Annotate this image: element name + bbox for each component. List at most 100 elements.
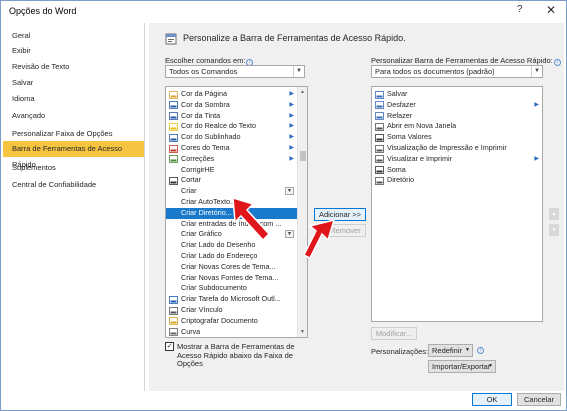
list-item[interactable]: Desfazer ▶	[372, 100, 542, 111]
nav-item-trust-center[interactable]: Central de Confiabilidade	[3, 177, 144, 193]
toolbar-items-list[interactable]: Salvar Desfazer ▶ Refazer Abrir em Nova Jane…	[371, 86, 543, 322]
list-item-label: Cor do Sublinhado	[181, 132, 241, 142]
annotation-arrow-icon	[233, 198, 271, 242]
list-item[interactable]: Cor do Realce do Texto ▶	[166, 121, 297, 132]
nav-item-save[interactable]: Salvar	[3, 75, 144, 91]
scroll-down-icon[interactable]: ▼	[298, 327, 307, 337]
list-item[interactable]: Abrir em Nova Janela	[372, 121, 542, 132]
chevron-down-icon: ▼	[465, 347, 470, 353]
import-export-button[interactable]: Importar/Exportar ▼	[428, 360, 496, 373]
sum-values-icon	[375, 133, 384, 142]
list-item-label: Correções	[181, 153, 215, 163]
help-button[interactable]: ?	[517, 4, 523, 15]
chevron-down-icon: ▼	[285, 187, 294, 196]
scroll-thumb[interactable]	[300, 151, 306, 161]
customize-toolbar-select[interactable]: Para todos os documentos (padrão) ▼	[371, 65, 543, 78]
submenu-arrow-icon: ▶	[289, 112, 294, 119]
list-item[interactable]: Criar Lado do Endereço	[166, 251, 297, 262]
list-item[interactable]: Cor do Sublinhado ▶	[166, 132, 297, 143]
list-item[interactable]: Visualização de Impressão e Imprimir	[372, 143, 542, 154]
list-item-label: Diretório	[387, 175, 415, 185]
list-item[interactable]: Criar Novas Cores de Tema...	[166, 262, 297, 273]
list-item[interactable]: Visualizar e Imprimir ▶	[372, 154, 542, 165]
cancel-button[interactable]: Cancelar	[517, 393, 561, 406]
list-item[interactable]: Soma	[372, 165, 542, 176]
list-item-label: Desfazer	[387, 99, 416, 109]
link-icon	[169, 306, 178, 315]
list-item[interactable]: Criar entradas de índice com ...	[166, 219, 297, 230]
list-item[interactable]: Cor da Sombra ▶	[166, 100, 297, 111]
chevron-down-icon: ▼	[293, 66, 304, 77]
list-item-label: Criar Diretório...	[181, 207, 232, 217]
info-icon: i	[477, 347, 484, 354]
list-item[interactable]: Criar AutoTexto...	[166, 197, 297, 208]
nav-item-addins[interactable]: Suplementos	[3, 160, 144, 176]
submenu-arrow-icon: ▶	[289, 101, 294, 108]
list-item[interactable]: Cor da Tinta ▶	[166, 111, 297, 122]
nav-item-quick-access-toolbar[interactable]: Barra de Ferramentas de Acesso Rápido	[3, 141, 144, 169]
list-item[interactable]: Criar Novas Fontes de Tema...	[166, 273, 297, 284]
list-item-label: Criar Gráfico	[181, 229, 222, 239]
submenu-arrow-icon: ▶	[289, 134, 294, 141]
list-item[interactable]: Criar Tarefa do Microsoft Outl...	[166, 294, 297, 305]
list-item-label: Abrir em Nova Janela	[387, 121, 457, 131]
list-item[interactable]: Criptografar Documento	[166, 316, 297, 327]
personalizations-label: Personalizações:	[371, 347, 429, 356]
theme-colors-icon	[169, 144, 178, 153]
chevron-down-icon: ▼	[285, 230, 294, 239]
list-item[interactable]: Soma Valores	[372, 132, 542, 143]
directory-icon	[375, 176, 384, 185]
move-down-icon[interactable]: ▼	[549, 224, 559, 236]
list-item[interactable]: Criar Diretório...	[166, 207, 297, 219]
choose-commands-select[interactable]: Todos os Comandos ▼	[165, 65, 305, 78]
ok-button[interactable]: OK	[472, 393, 512, 406]
list-item-label: Criar Subdocumento	[181, 283, 247, 293]
list-item[interactable]: Cor da Página ▶	[166, 89, 297, 100]
list-item-label: Curva	[181, 326, 201, 336]
title-bar: Opções do Word ? ✕	[1, 1, 566, 21]
nav-item-general[interactable]: Geral	[3, 28, 144, 44]
page-heading: Personalize a Barra de Ferramentas de Ac…	[183, 33, 406, 43]
list-item[interactable]: Diretório	[372, 175, 542, 186]
show-below-ribbon-checkbox[interactable]: ✓	[165, 342, 174, 351]
list-item-label: Cor da Sombra	[181, 99, 230, 109]
show-below-ribbon-label: Mostrar a Barra de Ferramentas de Acesso…	[177, 342, 295, 368]
list-item[interactable]: Criar Vínculo	[166, 305, 297, 316]
list-item[interactable]: Refazer	[372, 111, 542, 122]
crop-icon	[169, 176, 178, 185]
list-item[interactable]: Curva	[166, 326, 297, 337]
nav-item-language[interactable]: Idioma	[3, 91, 144, 107]
list-item[interactable]: Cores do Tema ▶	[166, 143, 297, 154]
dialog-title: Opções do Word	[9, 6, 77, 16]
close-button[interactable]: ✕	[546, 3, 556, 17]
nav-item-customize-ribbon[interactable]: Personalizar Faixa de Opções	[3, 126, 144, 142]
move-up-icon[interactable]: ▲	[549, 208, 559, 220]
list-item-label: CorrigirHE	[181, 164, 215, 174]
outlook-task-icon	[169, 295, 178, 304]
reset-button[interactable]: Redefinir ▼	[428, 344, 473, 357]
save-icon	[375, 90, 384, 99]
scroll-up-icon[interactable]: ▲	[298, 87, 307, 97]
options-nav: Geral Exibir Revisão de Texto Salvar Idi…	[3, 23, 145, 408]
nav-item-proofing[interactable]: Revisão de Texto	[3, 59, 144, 75]
commands-scrollbar[interactable]: ▲ ▼	[297, 87, 307, 337]
nav-item-advanced[interactable]: Avançado	[3, 108, 144, 124]
corrections-icon	[169, 155, 178, 164]
list-item[interactable]: Criar Subdocumento	[166, 283, 297, 294]
annotation-arrow-icon	[304, 220, 335, 260]
list-item[interactable]: Correções ▶	[166, 154, 297, 165]
modify-button[interactable]: Modificar...	[371, 327, 417, 340]
list-item[interactable]: CorrigirHE	[166, 165, 297, 176]
list-item-label: Cor do Realce do Texto	[181, 121, 256, 131]
list-item[interactable]: Criar ▼	[166, 186, 297, 197]
list-item[interactable]: Criar Lado do Desenho	[166, 240, 297, 251]
nav-item-display[interactable]: Exibir	[3, 43, 144, 59]
list-item[interactable]: Cortar	[166, 175, 297, 186]
list-item[interactable]: Salvar	[372, 89, 542, 100]
list-item-label: Criar	[181, 186, 197, 196]
submenu-arrow-icon: ▶	[289, 123, 294, 130]
list-item-label: Cor da Página	[181, 89, 227, 98]
list-item-label: Criar Tarefa do Microsoft Outl...	[181, 294, 281, 304]
underline-color-icon	[169, 133, 178, 142]
list-item[interactable]: Criar Gráfico ▼	[166, 229, 297, 240]
